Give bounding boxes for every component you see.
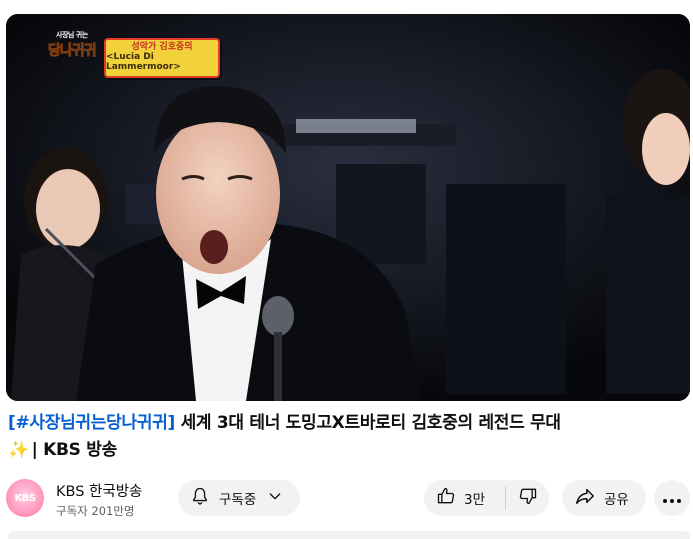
avatar-text: KBS <box>14 492 36 504</box>
like-button[interactable]: 3만 <box>424 480 505 516</box>
subscriber-count: 구독자 201만명 <box>56 504 135 518</box>
video-player[interactable]: 사장님 귀는 당나귀귀 성악가 김호중의 <Lucia Di Lammermoo… <box>6 14 690 401</box>
share-icon <box>574 486 596 510</box>
show-logo: 사장님 귀는 당나귀귀 <box>38 28 104 66</box>
channel-row: KBS KBS 한국방송 구독자 201만명 구독중 3만 공유 <box>0 476 693 520</box>
thumbs-down-icon <box>518 486 538 510</box>
title-text: 세계 3대 테너 도밍고X트바로티 김호중의 레전드 무대 <box>174 413 562 433</box>
bell-icon <box>190 486 210 510</box>
like-count: 3만 <box>464 492 486 508</box>
channel-avatar[interactable]: KBS <box>6 479 44 517</box>
chevron-down-icon <box>267 488 283 508</box>
dislike-button[interactable] <box>506 480 549 516</box>
channel-name[interactable]: KBS 한국방송 <box>56 480 142 501</box>
show-logo-main-text: 당나귀귀 <box>48 43 98 60</box>
video-caption: 성악가 김호중의 <Lucia Di Lammermoor> <box>104 38 220 78</box>
like-dislike-group: 3만 <box>424 480 549 516</box>
more-icon <box>662 489 682 508</box>
thumbs-up-icon <box>436 486 456 510</box>
sparkle-icon: ✨ <box>8 440 29 460</box>
description-box-edge <box>8 531 690 539</box>
share-label: 공유 <box>604 492 629 508</box>
share-button[interactable]: 공유 <box>562 480 646 516</box>
show-logo-small-text: 사장님 귀는 <box>56 31 88 39</box>
more-actions-button[interactable] <box>654 480 690 516</box>
subscribe-label: 구독중 <box>219 492 257 508</box>
caption-line-2: <Lucia Di Lammermoor> <box>106 52 181 72</box>
title-suffix: | KBS 방송 <box>31 440 118 460</box>
subscribed-button[interactable]: 구독중 <box>178 480 300 516</box>
video-title: [#사장님귀는당나귀귀] 세계 3대 테너 도밍고X트바로티 김호중의 레전드 … <box>8 410 690 464</box>
title-hashtag-link[interactable]: [#사장님귀는당나귀귀] <box>8 413 175 433</box>
